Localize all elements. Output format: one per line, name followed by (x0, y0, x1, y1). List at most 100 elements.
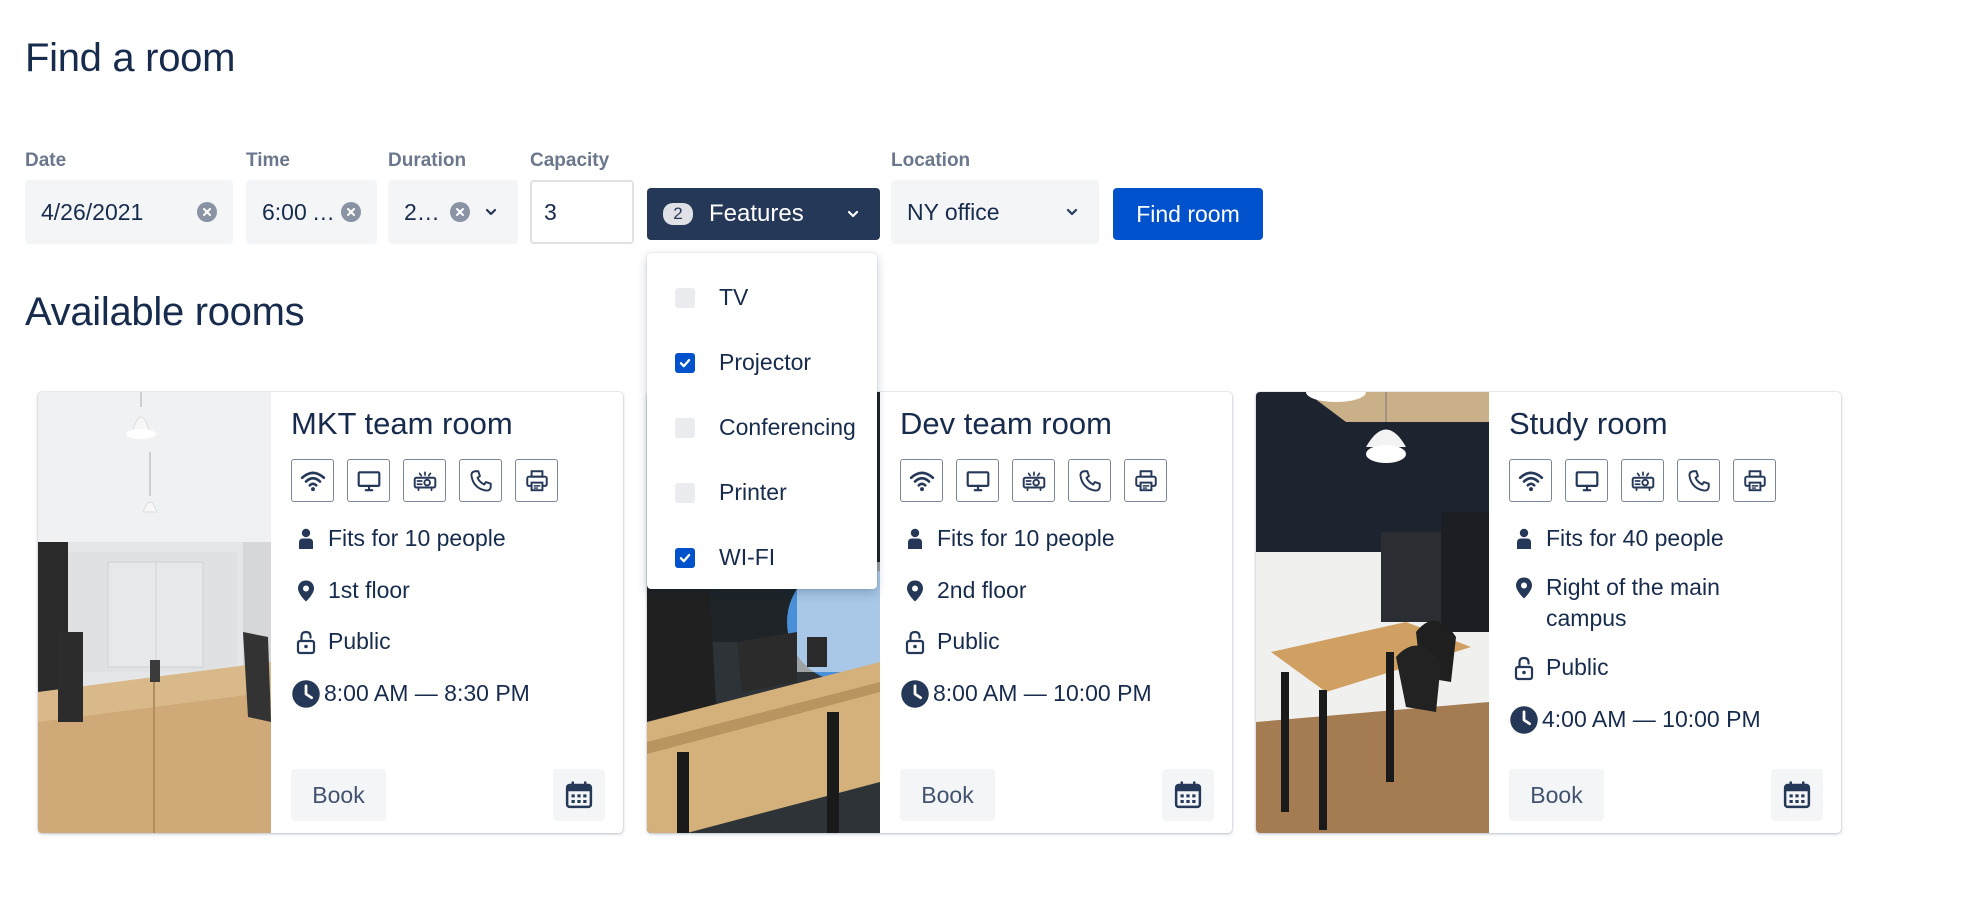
room-feature-icons (1509, 459, 1776, 502)
checkbox-unchecked[interactable] (675, 417, 695, 438)
capacity-value: 3 (544, 198, 557, 225)
room-access-text: Public (328, 628, 391, 654)
clear-duration-icon[interactable] (450, 202, 470, 222)
location-select[interactable]: NY office (891, 180, 1099, 244)
calendar-button[interactable] (553, 769, 605, 821)
find-room-button[interactable]: Find room (1113, 188, 1263, 240)
time-value: 6:00 AM (262, 198, 335, 225)
room-access: Public (291, 626, 391, 657)
room-location: 1st floor (291, 575, 410, 606)
room-capacity: Fits for 10 people (291, 523, 506, 554)
unlock-icon (1509, 652, 1539, 683)
clock-icon (291, 678, 321, 709)
page-title: Find a room (25, 36, 236, 80)
checkbox-checked[interactable] (675, 352, 695, 373)
calendar-button[interactable] (1162, 769, 1214, 821)
calendar-icon (564, 780, 594, 810)
book-button[interactable]: Book (291, 769, 386, 821)
book-button[interactable]: Book (1509, 769, 1604, 821)
room-card-study: Study room Fits for 40 people Right of t… (1256, 392, 1841, 833)
room-hours-text: 4:00 AM — 10:00 PM (1542, 706, 1761, 732)
projector-icon (403, 459, 446, 502)
room-access: Public (900, 626, 1000, 657)
book-button[interactable]: Book (900, 769, 995, 821)
checkbox-unchecked[interactable] (675, 482, 695, 503)
unlock-icon (900, 626, 930, 657)
room-name: MKT team room (291, 406, 513, 441)
wifi-icon (900, 459, 943, 502)
feature-option-tv[interactable]: TV (647, 265, 877, 330)
time-picker[interactable]: 6:00 AM (246, 180, 377, 244)
room-capacity-text: Fits for 10 people (328, 525, 506, 551)
room-card-body: Dev team room Fits for 10 people 2nd flo… (880, 392, 1232, 833)
room-hours: 4:00 AM — 10:00 PM (1509, 704, 1761, 735)
phone-icon (1677, 459, 1720, 502)
date-value: 4/26/2021 (41, 198, 144, 225)
duration-label: Duration (388, 150, 467, 171)
room-hours-text: 8:00 AM — 10:00 PM (933, 680, 1152, 706)
person-icon (1509, 523, 1539, 554)
phone-icon (1068, 459, 1111, 502)
room-location-text: 1st floor (328, 577, 410, 603)
calendar-icon (1173, 780, 1203, 810)
monitor-icon (347, 459, 390, 502)
time-label: Time (246, 150, 291, 171)
feature-option-printer[interactable]: Printer (647, 460, 877, 525)
room-feature-icons (900, 459, 1167, 502)
features-dropdown-button[interactable]: 2 Features (647, 188, 880, 240)
room-location-text: 2nd floor (937, 577, 1027, 603)
room-capacity-text: Fits for 40 people (1546, 525, 1724, 551)
features-count-badge: 2 (663, 203, 693, 225)
section-title: Available rooms (25, 290, 305, 334)
duration-select[interactable]: 2 hours (388, 180, 518, 244)
calendar-button[interactable] (1771, 769, 1823, 821)
printer-icon (1733, 459, 1776, 502)
phone-icon (459, 459, 502, 502)
room-hours: 8:00 AM — 8:30 PM (291, 678, 530, 709)
room-photo (1256, 392, 1489, 833)
checkbox-checked[interactable] (675, 547, 695, 568)
feature-option-label: Projector (719, 349, 812, 375)
room-hours-text: 8:00 AM — 8:30 PM (324, 680, 530, 706)
clock-icon (1509, 704, 1539, 735)
capacity-input[interactable]: 3 (530, 180, 634, 244)
chevron-down-icon (480, 201, 502, 223)
room-name: Study room (1509, 406, 1668, 441)
unlock-icon (291, 626, 321, 657)
feature-option-label: WI-FI (719, 544, 776, 570)
person-icon (291, 523, 321, 554)
features-label: Features (709, 200, 804, 227)
feature-option-label: TV (719, 284, 749, 310)
location-value: NY office (907, 198, 1000, 225)
room-feature-icons (291, 459, 558, 502)
clear-date-icon[interactable] (197, 202, 217, 222)
room-name: Dev team room (900, 406, 1112, 441)
feature-option-projector[interactable]: Projector (647, 330, 877, 395)
room-hours: 8:00 AM — 10:00 PM (900, 678, 1152, 709)
duration-value: 2 hours (404, 198, 446, 225)
checkbox-unchecked[interactable] (675, 287, 695, 308)
printer-icon (515, 459, 558, 502)
feature-option-conferencing[interactable]: Conferencing (647, 395, 877, 460)
room-photo (38, 392, 271, 833)
location-pin-icon (1509, 572, 1539, 603)
location-label: Location (891, 150, 971, 171)
location-pin-icon (291, 575, 321, 606)
person-icon (900, 523, 930, 554)
chevron-down-icon (842, 203, 864, 225)
room-location: 2nd floor (900, 575, 1027, 606)
feature-option-wifi[interactable]: WI-FI (647, 525, 877, 590)
room-card-mkt: MKT team room Fits for 10 people 1st flo… (38, 392, 623, 833)
date-picker[interactable]: 4/26/2021 (25, 180, 233, 244)
room-access-text: Public (937, 628, 1000, 654)
room-access-text: Public (1546, 654, 1609, 680)
printer-icon (1124, 459, 1167, 502)
features-menu: TV Projector Conferencing Printer WI-FI (647, 253, 877, 589)
room-card-body: Study room Fits for 40 people Right of t… (1489, 392, 1841, 833)
clear-time-icon[interactable] (341, 202, 361, 222)
projector-icon (1621, 459, 1664, 502)
capacity-label: Capacity (530, 150, 610, 171)
projector-icon (1012, 459, 1055, 502)
room-access: Public (1509, 652, 1609, 683)
room-capacity-text: Fits for 10 people (937, 525, 1115, 551)
